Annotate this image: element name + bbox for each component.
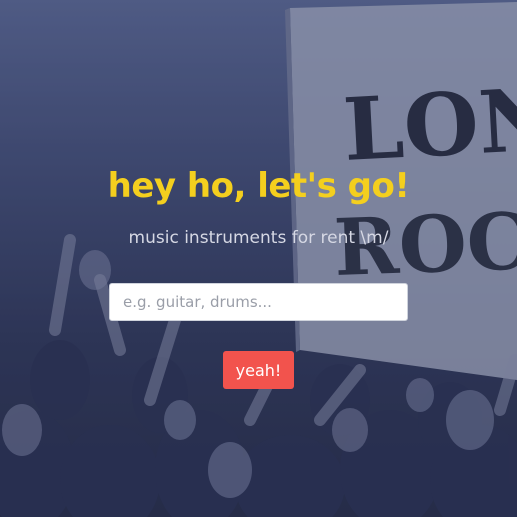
headline: hey ho, let's go! <box>107 166 410 206</box>
subtitle: music instruments for rent \m/ <box>128 228 389 248</box>
hero-content: hey ho, let's go! music instruments for … <box>0 0 517 517</box>
hero-section: LONG ROCK hey ho, let's go! music instru… <box>0 0 517 517</box>
instrument-search-input[interactable] <box>109 283 408 321</box>
search-submit-button[interactable]: yeah! <box>223 351 294 389</box>
